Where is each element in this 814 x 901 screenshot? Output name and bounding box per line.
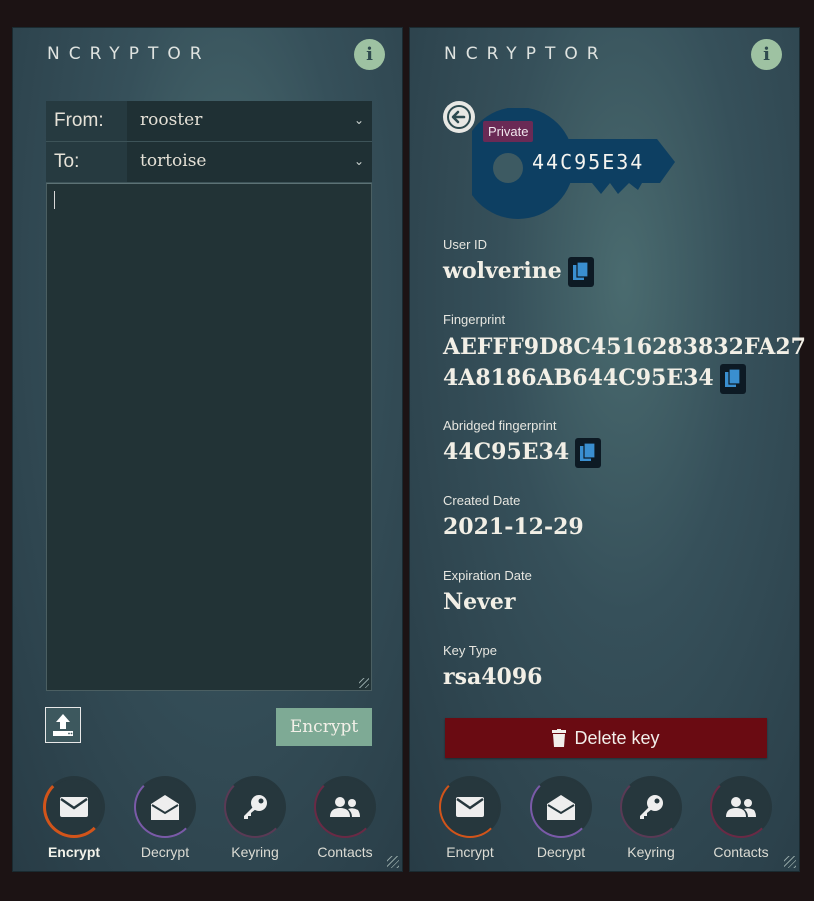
key-icon [244, 795, 267, 819]
nav-keyring-circle [224, 776, 286, 838]
from-row: From: rooster ⌄ [46, 101, 372, 142]
nav-decrypt[interactable]: Decrypt [125, 776, 205, 860]
created-label: Created Date [443, 493, 521, 508]
window-resize-handle[interactable] [387, 856, 399, 868]
envelope-icon [60, 797, 88, 817]
private-badge: Private [483, 121, 534, 142]
open-envelope-icon [151, 795, 179, 820]
info-icon: i [366, 44, 373, 65]
copy-user-id-button[interactable] [567, 257, 594, 287]
nav-contacts-label: Contacts [713, 844, 769, 860]
fingerprint-line2: 4A8186AB644C95E34 [443, 365, 714, 391]
user-id-text: wolverine [443, 258, 562, 284]
key-type-value: rsa4096 [443, 664, 543, 690]
upload-file-button[interactable] [45, 707, 81, 743]
key-short-id: 44C95E34 [532, 150, 645, 174]
nav-keyring-label: Keyring [627, 844, 675, 860]
from-select[interactable]: rooster ⌄ [127, 101, 372, 141]
back-button[interactable] [443, 101, 475, 133]
key-details-panel: NCRYPTOR i Private 44C95E34 User ID wolv… [409, 27, 806, 872]
nav-decrypt-circle [530, 776, 592, 838]
to-row: To: tortoise ⌄ [46, 142, 372, 183]
text-caret [54, 191, 55, 209]
to-label: To: [54, 151, 80, 172]
expiration-value: Never [443, 589, 516, 615]
nav-contacts[interactable]: Contacts [305, 776, 385, 860]
nav-encrypt-circle [439, 776, 501, 838]
from-select-value: rooster [140, 110, 203, 130]
nav-contacts-circle [710, 776, 772, 838]
nav-keyring-circle [620, 776, 682, 838]
nav-contacts-circle [314, 776, 376, 838]
contacts-icon [726, 797, 756, 817]
to-select[interactable]: tortoise ⌄ [127, 142, 372, 182]
encrypt-panel: NCRYPTOR i From: rooster ⌄ To: tortoise … [12, 27, 403, 872]
nav-decrypt[interactable]: Decrypt [521, 776, 601, 860]
to-select-value: tortoise [140, 151, 207, 171]
nav-keyring[interactable]: Keyring [611, 776, 691, 860]
nav-encrypt-label: Encrypt [446, 844, 494, 860]
user-id-label: User ID [443, 237, 488, 252]
app-title: NCRYPTOR [47, 44, 211, 64]
contacts-icon [330, 797, 360, 817]
abridged-value: 44C95E34 [443, 437, 602, 468]
user-id-value: wolverine [443, 256, 594, 287]
nav-keyring[interactable]: Keyring [215, 776, 295, 860]
copy-icon [572, 262, 589, 280]
key-icon [640, 795, 663, 819]
fingerprint-value: AEFFF9D8C4516283832FA27 4A8186AB644C95E3… [443, 332, 806, 394]
message-textarea[interactable] [46, 183, 372, 691]
textarea-resize-handle[interactable] [359, 678, 369, 688]
info-button[interactable]: i [751, 39, 782, 70]
nav-keyring-label: Keyring [231, 844, 279, 860]
from-label: From: [54, 110, 104, 131]
encrypt-button[interactable]: Encrypt [276, 708, 372, 746]
fingerprint-line1: AEFFF9D8C4516283832FA27 [443, 334, 806, 360]
delete-key-label: Delete key [574, 727, 660, 748]
info-button[interactable]: i [354, 39, 385, 70]
copy-icon [724, 369, 741, 387]
abridged-text: 44C95E34 [443, 439, 570, 465]
envelope-icon [456, 797, 484, 817]
nav-decrypt-label: Decrypt [140, 844, 190, 860]
upload-icon [53, 714, 73, 736]
chevron-down-icon: ⌄ [353, 113, 364, 127]
nav-encrypt[interactable]: Encrypt [430, 776, 510, 860]
created-value: 2021-12-29 [443, 514, 584, 540]
delete-key-button[interactable]: Delete key [445, 718, 767, 758]
app-title: NCRYPTOR [444, 44, 608, 64]
expiration-label: Expiration Date [443, 568, 532, 583]
nav-encrypt-label: Encrypt [47, 844, 101, 860]
nav-decrypt-label: Decrypt [536, 844, 586, 860]
arrow-left-icon [447, 105, 471, 129]
trash-icon [552, 729, 567, 747]
copy-fingerprint-button[interactable] [719, 364, 746, 394]
nav-contacts-label: Contacts [317, 844, 373, 860]
open-envelope-icon [547, 795, 575, 820]
nav-encrypt[interactable]: Encrypt [34, 776, 114, 860]
nav-encrypt-circle [43, 776, 105, 838]
nav-contacts[interactable]: Contacts [701, 776, 781, 860]
nav-decrypt-circle [134, 776, 196, 838]
fingerprint-label: Fingerprint [443, 312, 506, 327]
copy-icon [580, 443, 596, 461]
info-icon: i [763, 44, 770, 65]
key-type-label: Key Type [443, 643, 497, 658]
abridged-label: Abridged fingerprint [443, 418, 557, 433]
chevron-down-icon: ⌄ [353, 154, 364, 168]
window-resize-handle[interactable] [784, 856, 796, 868]
copy-abridged-button[interactable] [575, 438, 602, 468]
